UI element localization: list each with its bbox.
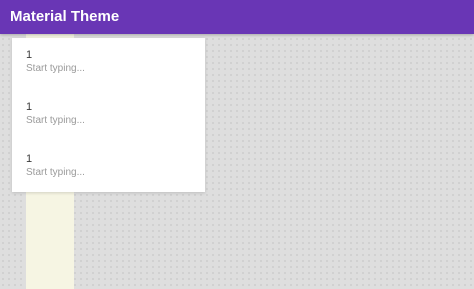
app-title: Material Theme: [10, 8, 120, 25]
item-placeholder: Start typing...: [26, 115, 85, 126]
app-bar: Material Theme: [0, 0, 474, 34]
dropdown-item[interactable]: 1 Start typing...: [12, 142, 205, 194]
dropdown-panel: 1 Start typing... 1 Start typing... 1 St…: [12, 38, 205, 192]
item-placeholder: Start typing...: [26, 167, 85, 178]
dropdown-item[interactable]: 1 Start typing...: [12, 90, 205, 142]
item-value: 1: [26, 49, 33, 61]
item-value: 1: [26, 101, 33, 113]
item-placeholder: Start typing...: [26, 63, 85, 74]
dropdown-item[interactable]: 1 Start typing...: [12, 38, 205, 90]
item-value: 1: [26, 153, 33, 165]
